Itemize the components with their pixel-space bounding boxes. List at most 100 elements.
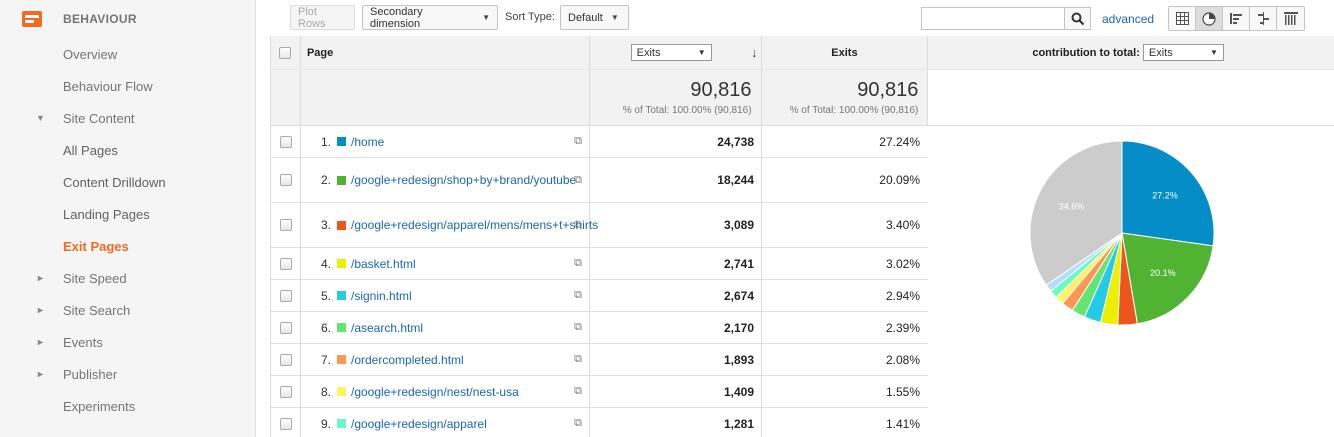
sidebar-item-content-drilldown[interactable]: Content Drilldown [0,166,255,198]
exits-percent: 1.41% [885,416,920,431]
row-checkbox[interactable] [279,417,292,430]
main-content: Plot Rows Secondary dimension ▼ Sort Typ… [270,0,1334,437]
sidebar-item-site-content[interactable]: ▼ Site Content [0,102,255,134]
exits-percent: 2.08% [885,352,920,367]
series-color-swatch [337,387,346,396]
chevron-down-icon: ▼ [610,13,619,22]
row-rank: 9. [320,416,331,431]
sidebar-item-label: Site Search [63,302,131,318]
sidebar-item-events[interactable]: ► Events [0,326,255,358]
exits-value: 2,741 [723,256,754,271]
contribution-pie-chart: 27.2% 20.1% 34.6% [928,126,1334,437]
contribution-label: contribution to total: [1032,46,1140,59]
row-checkbox[interactable] [279,257,292,270]
row-checkbox[interactable] [279,135,292,148]
page-link[interactable]: /google+redesign/nest/nest-usa [351,385,565,399]
sidebar-item-experiments[interactable]: Experiments [0,390,255,422]
summary-percent: % of Total: 100.00% (90,816) [789,105,919,116]
search-input[interactable] [921,7,1065,30]
pie-chart-svg: 27.2% 20.1% 34.6% [1029,140,1215,326]
sidebar-item-overview[interactable]: Overview [0,38,255,70]
sidebar-item-site-search[interactable]: ► Site Search [0,294,255,326]
plot-rows-button[interactable]: Plot Rows [290,5,355,30]
contribution-select-value: Exits [1148,46,1173,59]
percentage-view-button[interactable] [1196,7,1223,30]
sort-type-label: Sort Type: [505,11,555,23]
sidebar-item-label: Site Speed [63,270,127,286]
external-link-icon[interactable]: ⧉ [574,417,582,430]
external-link-icon[interactable]: ⧉ [574,135,582,148]
pie-slice-label: 20.1% [1150,268,1176,278]
row-rank: 6. [320,320,331,335]
sidebar-item-label: All Pages [63,142,118,158]
sidebar-item-site-speed[interactable]: ► Site Speed [0,262,255,294]
sidebar-item-publisher[interactable]: ► Publisher [0,358,255,390]
page-link[interactable]: /asearch.html [351,321,565,335]
row-checkbox[interactable] [279,321,292,334]
summary-total: 90,816 [857,79,919,101]
external-link-icon[interactable]: ⧉ [574,174,582,187]
page-link[interactable]: /google+redesign/apparel [351,417,565,431]
select-all-checkbox[interactable] [279,46,292,59]
exits-percent: 2.39% [885,320,920,335]
contribution-metric-select[interactable]: Exits ▼ [1142,44,1224,61]
metric-select[interactable]: Exits ▼ [630,44,712,61]
sidebar-item-label: Content Drilldown [63,174,166,190]
row-checkbox[interactable] [279,174,292,186]
exits-percent: 3.02% [885,256,920,271]
chevron-down-icon: ▼ [1209,48,1218,57]
secondary-dimension-select[interactable]: Secondary dimension ▼ [362,5,498,30]
row-checkbox[interactable] [279,289,292,302]
sidebar-item-landing-pages[interactable]: Landing Pages [0,198,255,230]
exits-percent: 20.09% [879,173,920,187]
chevron-down-icon: ▼ [482,13,490,22]
exits-column-header[interactable]: Exits [831,47,857,59]
page-link[interactable]: /ordercompleted.html [351,353,565,367]
performance-view-button[interactable] [1223,7,1250,30]
sidebar-item-label: Events [63,334,103,350]
sidebar-item-behaviour-flow[interactable]: Behaviour Flow [0,70,255,102]
exits-value: 18,244 [717,173,754,187]
caret-down-icon: ▼ [36,113,45,123]
sidebar-item-label: Exit Pages [63,238,129,254]
pivot-icon [1283,12,1298,25]
sidebar: BEHAVIOUR Overview Behaviour Flow ▼ Site Co… [0,0,256,437]
page-column-header[interactable]: Page [307,47,333,59]
pivot-view-button[interactable] [1277,7,1304,30]
exits-value: 1,281 [723,416,754,431]
behaviour-section-header[interactable]: BEHAVIOUR [0,0,255,38]
exits-value: 3,089 [723,218,754,232]
sort-descending-icon[interactable]: ↓ [751,45,758,60]
page-link[interactable]: /home [351,135,565,149]
data-table-view-button[interactable] [1169,7,1196,30]
advanced-filter-link[interactable]: advanced [1102,12,1154,26]
exits-percent: 2.94% [885,288,920,303]
row-checkbox[interactable] [279,385,292,398]
search-icon [1071,12,1084,25]
search-button[interactable] [1064,7,1091,30]
sidebar-item-exit-pages[interactable]: Exit Pages [0,230,255,262]
page-link[interactable]: /basket.html [351,257,565,271]
row-checkbox[interactable] [279,353,292,366]
row-checkbox[interactable] [279,219,292,231]
external-link-icon[interactable]: ⧉ [574,257,582,270]
external-link-icon[interactable]: ⧉ [574,219,582,232]
external-link-icon[interactable]: ⧉ [574,385,582,398]
comparison-view-button[interactable] [1250,7,1277,30]
pie-slice[interactable] [1121,232,1214,325]
comparison-icon [1257,12,1269,25]
page-link[interactable]: /signin.html [351,289,565,303]
table-header: Page Exits ▼ ↓ Exits contribution to tot… [271,36,1334,70]
page-link[interactable]: /google+redesign/shop+by+brand/youtube [351,173,576,187]
sidebar-item-all-pages[interactable]: All Pages [0,134,255,166]
external-link-icon[interactable]: ⧉ [574,353,582,366]
page-link[interactable]: /google+redesign/apparel/mens/mens+t+shi… [351,218,598,232]
sort-type-select[interactable]: Default ▼ [560,5,629,30]
row-rank: 5. [320,288,331,303]
exits-value: 2,170 [723,320,754,335]
sidebar-item-label: Experiments [63,398,136,414]
exits-percent: 27.24% [879,134,920,149]
external-link-icon[interactable]: ⧉ [574,289,582,302]
secondary-dimension-label: Secondary dimension [370,5,423,30]
external-link-icon[interactable]: ⧉ [574,321,582,334]
